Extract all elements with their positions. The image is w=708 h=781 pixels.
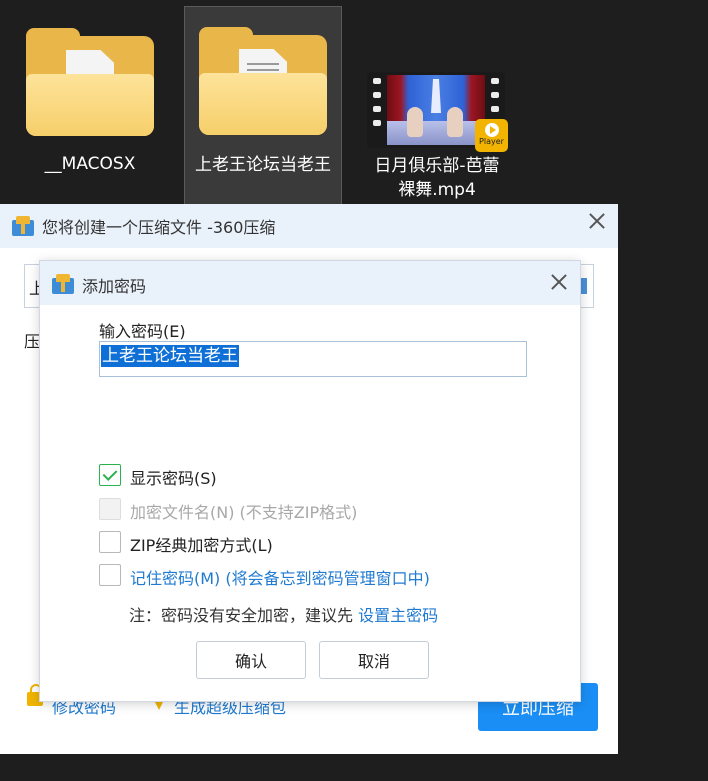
- desktop-item-label: __MACOSX: [44, 154, 136, 174]
- compress-window-title: 您将创建一个压缩文件 -360压缩: [42, 218, 276, 237]
- dialog-titlebar[interactable]: 添加密码: [40, 261, 580, 305]
- desktop-item-label: 上老王论坛当老王: [195, 155, 331, 175]
- ok-button[interactable]: 确认: [196, 641, 306, 679]
- remember-password-label[interactable]: 记住密码(M) (将会备忘到密码管理窗口中): [130, 565, 430, 589]
- compress-option-label: 压: [24, 332, 41, 351]
- zip-classic-encryption-label: ZIP经典加密方式(L): [130, 536, 273, 555]
- edit-icon[interactable]: [581, 278, 587, 294]
- security-note-text: 注：密码没有安全加密，建议先: [129, 606, 354, 625]
- desktop-item-macosx[interactable]: __MACOSX: [12, 6, 168, 186]
- dialog-title: 添加密码: [82, 277, 147, 296]
- cancel-button[interactable]: 取消: [319, 641, 429, 679]
- add-password-dialog: 添加密码 输入密码(E) 上老王论坛当老王 显示密码(S) 加密文件名(N) (…: [39, 260, 581, 702]
- desktop-item-folder-selected[interactable]: 上老王论坛当老王: [184, 6, 342, 206]
- checkbox-checked-icon[interactable]: [99, 464, 121, 486]
- folder-icon: [199, 27, 327, 135]
- 360zip-app-icon: [12, 216, 34, 236]
- show-password-label: 显示密码(S): [130, 469, 217, 488]
- password-value: 上老王论坛当老王: [101, 345, 239, 367]
- password-input[interactable]: 上老王论坛当老王: [99, 341, 527, 377]
- compress-window-titlebar[interactable]: 您将创建一个压缩文件 -360压缩: [0, 204, 618, 248]
- checkbox-disabled-icon: [99, 498, 121, 520]
- player-badge-label: Player: [479, 137, 504, 146]
- folder-icon: [26, 28, 154, 136]
- set-master-password-link[interactable]: 设置主密码: [358, 606, 438, 625]
- checkbox-icon[interactable]: [99, 564, 121, 586]
- password-label: 输入密码(E): [99, 322, 186, 341]
- 360zip-app-icon: [52, 274, 74, 294]
- close-icon[interactable]: [550, 273, 568, 291]
- desktop-item-label: 日月俱乐部-芭蕾裸舞.mp4: [374, 156, 500, 200]
- close-icon[interactable]: [588, 212, 606, 230]
- security-note: 注：密码没有安全加密，建议先 设置主密码: [129, 602, 438, 626]
- encrypt-filenames-label: 加密文件名(N) (不支持ZIP格式): [130, 503, 358, 522]
- player-badge-icon: Player: [475, 119, 508, 152]
- checkbox-icon[interactable]: [99, 531, 121, 553]
